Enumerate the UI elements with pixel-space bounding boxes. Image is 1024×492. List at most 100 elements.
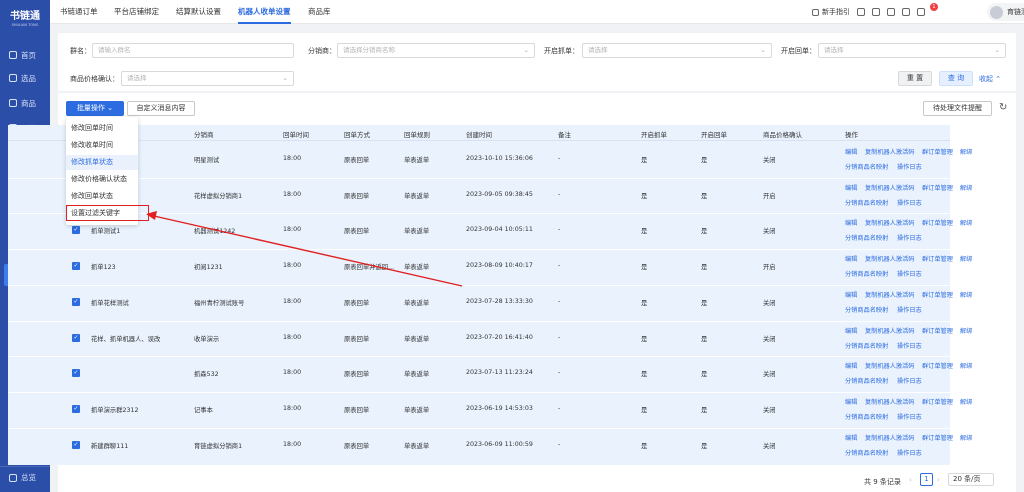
tab-shulian-orders[interactable]: 书链通订单 [60, 0, 98, 24]
action-link[interactable]: 解绑 [960, 397, 972, 406]
action-link[interactable]: 解绑 [960, 147, 972, 156]
action-link[interactable]: 编辑 [845, 290, 857, 299]
next-page-icon[interactable]: › [937, 476, 940, 484]
action-link[interactable]: 复制机器人激活码 [865, 218, 915, 227]
user-menu[interactable]: 育链测试账号 [987, 3, 1024, 21]
action-link[interactable]: 复制机器人激活码 [865, 361, 915, 370]
action-link[interactable]: 操作日志 [897, 412, 922, 421]
action-link[interactable]: 群订单管理 [922, 290, 953, 299]
action-link[interactable]: 解绑 [960, 361, 972, 370]
tag-icon[interactable] [872, 8, 880, 16]
custom-message-button[interactable]: 自定义消息内容 [127, 101, 195, 116]
row-checkbox[interactable]: ✓ [72, 262, 80, 270]
batch-operation-button[interactable]: 批量操作 ⌄ [66, 101, 124, 116]
action-link[interactable]: 编辑 [845, 183, 857, 192]
action-link[interactable]: 操作日志 [897, 448, 922, 457]
row-checkbox[interactable]: ✓ [72, 298, 80, 306]
grab-order-select[interactable]: 请选择 ⌄ [582, 43, 772, 58]
sidebar-item-goods[interactable]: 商品 [0, 92, 50, 114]
page-number[interactable]: 1 [920, 473, 933, 486]
bell-icon[interactable] [917, 8, 925, 16]
dropdown-item[interactable]: 修改回单状态 [66, 189, 138, 204]
action-link[interactable]: 分销商品名映射 [845, 269, 888, 278]
action-link[interactable]: 操作日志 [897, 198, 922, 207]
action-link[interactable]: 复制机器人激活码 [865, 326, 915, 335]
action-link[interactable]: 分销商品名映射 [845, 305, 888, 314]
action-link[interactable]: 复制机器人激活码 [865, 147, 915, 156]
guide-icon[interactable] [812, 8, 819, 16]
refresh-icon[interactable]: ↻ [999, 102, 1007, 113]
action-link[interactable]: 操作日志 [897, 305, 922, 314]
action-link[interactable]: 解绑 [960, 254, 972, 263]
app-logo[interactable]: 书链通 SHULIAN TONG [0, 0, 50, 34]
pending-file-reminder-button[interactable]: 待处理文件提醒 [923, 101, 992, 116]
action-link[interactable]: 解绑 [960, 433, 972, 442]
collapse-link[interactable]: 收起 ⌃ [979, 74, 1001, 84]
new-user-guide-link[interactable]: 新手指引 [822, 7, 850, 17]
tab-product-library[interactable]: 商品库 [308, 0, 331, 24]
tab-settlement-defaults[interactable]: 结算默认设置 [176, 0, 221, 24]
action-link[interactable]: 操作日志 [897, 376, 922, 385]
prev-page-icon[interactable]: ‹ [909, 476, 912, 484]
action-link[interactable]: 解绑 [960, 218, 972, 227]
action-link[interactable]: 编辑 [845, 433, 857, 442]
action-link[interactable]: 群订单管理 [922, 326, 953, 335]
action-link[interactable]: 复制机器人激活码 [865, 397, 915, 406]
action-link[interactable]: 分销商品名映射 [845, 198, 888, 207]
action-link[interactable]: 复制机器人激活码 [865, 183, 915, 192]
sidebar-item-monitor[interactable]: 首页 [0, 44, 50, 66]
headset-icon[interactable] [887, 8, 895, 16]
action-link[interactable]: 操作日志 [897, 269, 922, 278]
row-checkbox[interactable]: ✓ [72, 334, 80, 342]
dropdown-item[interactable]: 修改价格确认状态 [66, 172, 138, 187]
sidebar-item-overview[interactable]: 总览 [0, 466, 50, 488]
reset-button[interactable]: 重 置 [898, 71, 932, 86]
action-link[interactable]: 群订单管理 [922, 397, 953, 406]
action-link[interactable]: 解绑 [960, 326, 972, 335]
upload-icon[interactable] [857, 8, 865, 16]
action-link[interactable]: 群订单管理 [922, 361, 953, 370]
action-link[interactable]: 操作日志 [897, 162, 922, 171]
dropdown-item[interactable]: 修改抓单状态 [66, 155, 138, 170]
query-button[interactable]: 查 询 [939, 71, 973, 86]
action-link[interactable]: 编辑 [845, 326, 857, 335]
action-link[interactable]: 操作日志 [897, 233, 922, 242]
action-link[interactable]: 编辑 [845, 254, 857, 263]
action-link[interactable]: 群订单管理 [922, 147, 953, 156]
return-order-select[interactable]: 请选择 ⌄ [818, 43, 1006, 58]
sidebar-item-product-select[interactable]: 选品 [0, 67, 50, 89]
action-link[interactable]: 复制机器人激活码 [865, 254, 915, 263]
action-link[interactable]: 操作日志 [897, 341, 922, 350]
action-link[interactable]: 分销商品名映射 [845, 341, 888, 350]
dropdown-item[interactable]: 修改收单时间 [66, 138, 138, 153]
action-link[interactable]: 群订单管理 [922, 254, 953, 263]
action-link[interactable]: 分销商品名映射 [845, 162, 888, 171]
row-checkbox[interactable]: ✓ [72, 369, 80, 377]
action-link[interactable]: 复制机器人激活码 [865, 290, 915, 299]
action-link[interactable]: 群订单管理 [922, 183, 953, 192]
price-confirm-select[interactable]: 请选择 ⌄ [121, 71, 294, 86]
action-link[interactable]: 分销商品名映射 [845, 412, 888, 421]
action-link[interactable]: 解绑 [960, 183, 972, 192]
tab-store-binding[interactable]: 平台店铺绑定 [114, 0, 159, 24]
action-link[interactable]: 群订单管理 [922, 218, 953, 227]
action-link[interactable]: 编辑 [845, 218, 857, 227]
action-link[interactable]: 分销商品名映射 [845, 448, 888, 457]
row-checkbox[interactable]: ✓ [72, 405, 80, 413]
distributor-select[interactable]: 请选择分销商名称 ⌄ [337, 43, 535, 58]
row-checkbox[interactable]: ✓ [72, 226, 80, 234]
group-name-input[interactable]: 请输入群名 [92, 43, 294, 58]
tab-robot-order-settings[interactable]: 机器人收单设置 [238, 0, 291, 24]
action-link[interactable]: 分销商品名映射 [845, 233, 888, 242]
page-size-select[interactable]: 20 条/页 [948, 473, 994, 486]
row-checkbox[interactable]: ✓ [72, 441, 80, 449]
action-link[interactable]: 编辑 [845, 397, 857, 406]
document-icon[interactable] [902, 8, 910, 16]
action-link[interactable]: 编辑 [845, 147, 857, 156]
dropdown-item[interactable]: 修改回单时间 [66, 121, 138, 136]
action-link[interactable]: 群订单管理 [922, 433, 953, 442]
action-link[interactable]: 解绑 [960, 290, 972, 299]
action-link[interactable]: 分销商品名映射 [845, 376, 888, 385]
action-link[interactable]: 编辑 [845, 361, 857, 370]
action-link[interactable]: 复制机器人激活码 [865, 433, 915, 442]
